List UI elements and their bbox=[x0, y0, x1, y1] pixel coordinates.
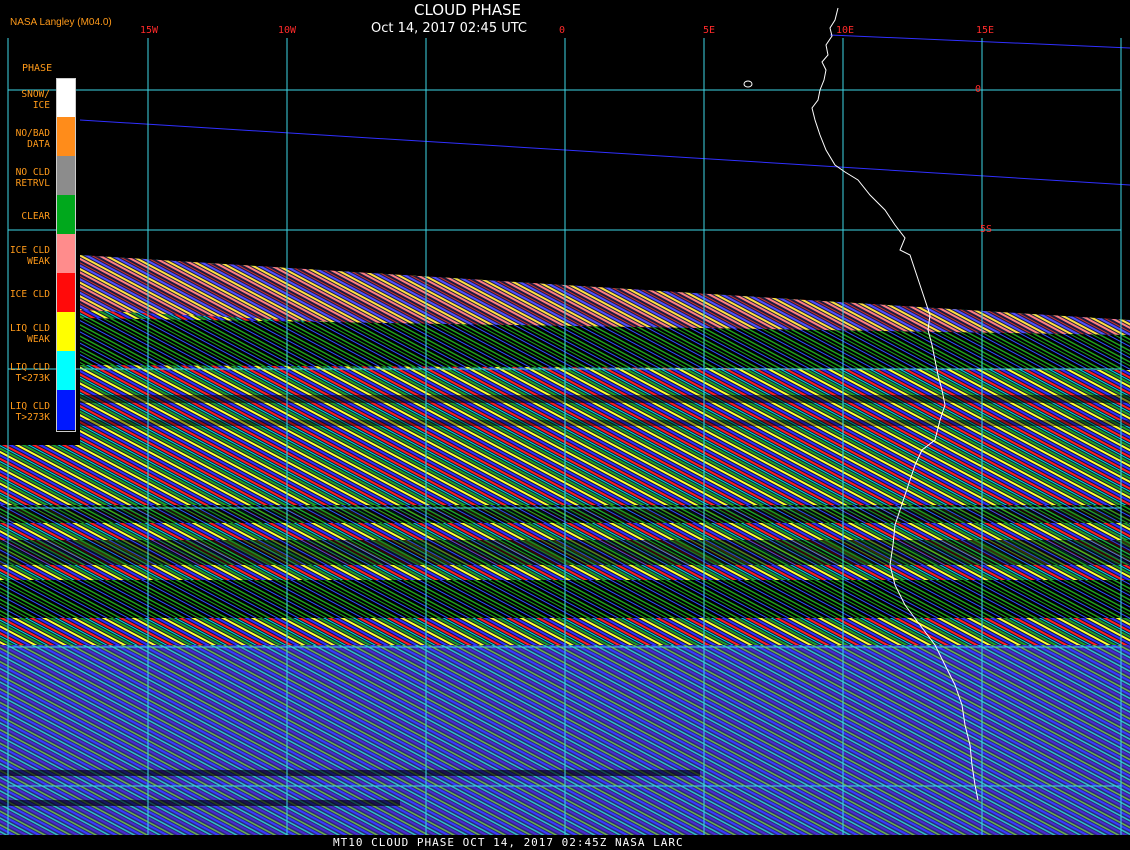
legend-label-ice-cld: ICE CLD bbox=[9, 289, 50, 300]
footer-caption: MT10 CLOUD PHASE OCT 14, 2017 02:45Z NAS… bbox=[333, 836, 684, 849]
map-title: CLOUD PHASE bbox=[414, 1, 521, 19]
lon-label-5e: 5E bbox=[703, 25, 716, 36]
lat-label-5s: 5S bbox=[980, 224, 993, 235]
legend-label-liq-cld-weak: LIQ CLD WEAK bbox=[9, 323, 50, 345]
swath-edge-line-top bbox=[829, 34, 1130, 49]
legend-label-ice-cld-weak: ICE CLD WEAK bbox=[9, 245, 50, 267]
legend-label-no-cld-retrvl: NO CLD RETRVL bbox=[15, 167, 50, 189]
data-source-label: NASA Langley (M04.0) bbox=[10, 17, 112, 28]
legend-frame bbox=[56, 78, 76, 432]
phase-legend: PHASE SNOW/ ICE NO/BAD DATA NO CLD RETRV… bbox=[0, 60, 80, 440]
satellite-map: NASA Langley (M04.0) CLOUD PHASE Oct 14,… bbox=[0, 0, 1130, 850]
legend-title: PHASE bbox=[22, 63, 53, 74]
lon-label-15w: 15W bbox=[140, 25, 159, 36]
legend-label-snow-ice: SNOW/ ICE bbox=[21, 89, 50, 111]
lat-label-0: 0 bbox=[975, 84, 982, 95]
map-timestamp: Oct 14, 2017 02:45 UTC bbox=[371, 21, 527, 36]
lon-label-10w: 10W bbox=[278, 25, 297, 36]
legend-label-liq-cld-cold: LIQ CLD T<273K bbox=[9, 362, 50, 384]
lon-label-0: 0 bbox=[559, 25, 566, 36]
island-outline bbox=[743, 80, 753, 88]
legend-label-clear: CLEAR bbox=[21, 211, 50, 222]
lon-label-15e: 15E bbox=[976, 25, 995, 36]
legend-label-no-bad-data: NO/BAD DATA bbox=[15, 128, 50, 150]
cloud-phase-map-canvas bbox=[0, 7, 1130, 850]
swath-edge-line bbox=[79, 119, 1130, 186]
lon-label-10e: 10E bbox=[836, 25, 855, 36]
legend-label-liq-cld-warm: LIQ CLD T>273K bbox=[9, 401, 50, 423]
